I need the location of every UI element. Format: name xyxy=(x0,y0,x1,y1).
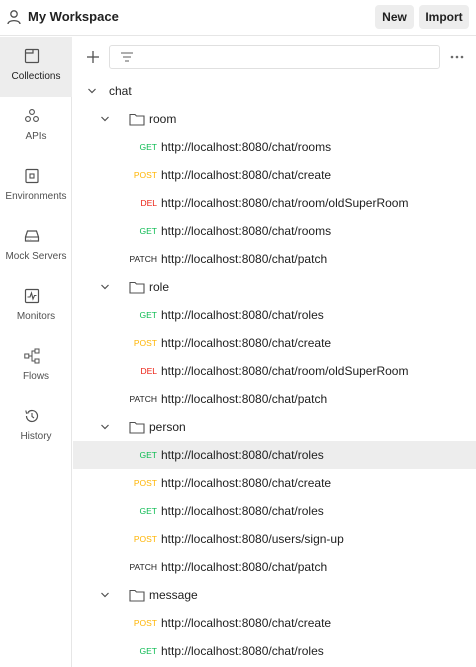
filter-input[interactable] xyxy=(109,45,440,69)
new-button[interactable]: New xyxy=(375,5,414,29)
chevron-down-icon xyxy=(101,116,109,122)
flows-icon xyxy=(24,348,40,364)
request-url: http://localhost:8080/chat/room/oldSuper… xyxy=(161,196,409,210)
method-badge: DEL xyxy=(140,198,157,208)
method-badge: POST xyxy=(133,338,157,348)
sidebar-item-label: APIs xyxy=(25,131,47,142)
request-row[interactable]: POST http://localhost:8080/chat/create xyxy=(73,161,476,189)
mock-servers-icon xyxy=(24,230,40,242)
import-button[interactable]: Import xyxy=(419,5,469,29)
chevron-down-icon xyxy=(101,424,109,430)
request-row[interactable]: GET http://localhost:8080/chat/rooms xyxy=(73,217,476,245)
request-row[interactable]: GET http://localhost:8080/chat/rooms xyxy=(73,133,476,161)
collections-icon xyxy=(24,48,40,64)
apis-icon xyxy=(25,109,39,122)
request-row[interactable]: POST http://localhost:8080/users/sign-up xyxy=(73,525,476,553)
request-row[interactable]: POST http://localhost:8080/chat/create xyxy=(73,329,476,357)
method-badge: POST xyxy=(133,478,157,488)
request-url: http://localhost:8080/chat/patch xyxy=(161,252,328,266)
request-row[interactable]: PATCH http://localhost:8080/chat/patch xyxy=(73,385,476,413)
request-row[interactable]: DEL http://localhost:8080/chat/room/oldSu… xyxy=(73,357,476,385)
environments-icon xyxy=(25,168,39,184)
method-badge: POST xyxy=(133,170,157,180)
sidebar-item-label: Flows xyxy=(22,371,50,382)
more-options-icon[interactable] xyxy=(449,50,465,64)
request-row[interactable]: DEL http://localhost:8080/chat/room/oldSu… xyxy=(73,189,476,217)
filter-icon xyxy=(121,52,133,62)
request-url: http://localhost:8080/chat/roles xyxy=(161,504,324,518)
folder-name: room xyxy=(149,112,177,126)
method-badge: PATCH xyxy=(129,394,157,404)
folder-name: message xyxy=(149,588,198,602)
request-url: http://localhost:8080/chat/rooms xyxy=(161,224,332,238)
sidebar-item-label: Collections xyxy=(11,71,61,82)
folder-name: person xyxy=(149,420,186,434)
chevron-down-icon xyxy=(88,88,96,94)
method-badge: POST xyxy=(133,534,157,544)
sidebar-item-history[interactable]: History xyxy=(0,397,72,457)
folder-name: role xyxy=(149,280,170,294)
request-url: http://localhost:8080/chat/roles xyxy=(161,644,324,658)
request-row[interactable]: PATCH http://localhost:8080/chat/patch xyxy=(73,553,476,581)
request-url: http://localhost:8080/chat/roles xyxy=(161,308,324,322)
folder-icon xyxy=(129,421,145,434)
collection-row-chat[interactable]: chat xyxy=(73,77,476,105)
method-badge: DEL xyxy=(140,366,157,376)
sidebar-item-label: History xyxy=(20,431,52,442)
method-badge: GET xyxy=(139,226,157,236)
sidebar-item-apis[interactable]: APIs xyxy=(0,97,72,157)
method-badge: POST xyxy=(133,618,157,628)
workspace-header: My Workspace New Import xyxy=(0,0,476,36)
chevron-down-icon xyxy=(101,592,109,598)
request-url: http://localhost:8080/chat/create xyxy=(161,168,332,182)
folder-icon xyxy=(129,589,145,602)
folder-icon xyxy=(129,113,145,126)
history-icon xyxy=(25,409,39,423)
folder-row-role[interactable]: role xyxy=(73,273,476,301)
request-row[interactable]: GET http://localhost:8080/chat/roles xyxy=(73,301,476,329)
method-badge: GET xyxy=(139,450,157,460)
request-row[interactable]: GET http://localhost:8080/chat/roles xyxy=(73,497,476,525)
sidebar-item-flows[interactable]: Flows xyxy=(0,337,72,397)
sidebar-item-mock-servers[interactable]: Mock Servers xyxy=(0,217,72,277)
method-badge: GET xyxy=(139,310,157,320)
collection-name: chat xyxy=(109,84,132,98)
sidebar-item-label: Monitors xyxy=(16,311,56,322)
sidebar-item-label: Mock Servers xyxy=(5,251,67,262)
sidebar-item-monitors[interactable]: Monitors xyxy=(0,277,72,337)
method-badge: PATCH xyxy=(129,254,157,264)
add-collection-icon[interactable] xyxy=(85,49,101,65)
folder-row-message[interactable]: message xyxy=(73,581,476,609)
folder-row-person[interactable]: person xyxy=(73,413,476,441)
method-badge: GET xyxy=(139,646,157,656)
chevron-down-icon xyxy=(101,284,109,290)
method-badge: GET xyxy=(139,506,157,516)
sidebar-item-label: Environments xyxy=(5,191,67,202)
request-url: http://localhost:8080/chat/create xyxy=(161,336,332,350)
workspace-title[interactable]: My Workspace xyxy=(28,9,119,25)
request-url: http://localhost:8080/users/sign-up xyxy=(161,532,344,546)
request-url: http://localhost:8080/chat/rooms xyxy=(161,140,332,154)
request-url: http://localhost:8080/chat/roles xyxy=(161,448,324,462)
method-badge: GET xyxy=(139,142,157,152)
sidebar-item-collections[interactable]: Collections xyxy=(0,37,72,97)
request-row[interactable]: POST http://localhost:8080/chat/create xyxy=(73,609,476,637)
sidebar-item-environments[interactable]: Environments xyxy=(0,157,72,217)
sidebar: Collections APIs Environments Mock Serve… xyxy=(0,37,72,667)
request-url: http://localhost:8080/chat/create xyxy=(161,476,332,490)
request-row[interactable]: GET http://localhost:8080/chat/roles xyxy=(73,637,476,665)
folder-row-room[interactable]: room xyxy=(73,105,476,133)
request-row[interactable]: GET http://localhost:8080/chat/roles xyxy=(73,441,476,469)
request-url: http://localhost:8080/chat/patch xyxy=(161,560,328,574)
request-row[interactable]: POST http://localhost:8080/chat/create xyxy=(73,469,476,497)
monitors-icon xyxy=(24,288,40,304)
request-url: http://localhost:8080/chat/patch xyxy=(161,392,328,406)
request-url: http://localhost:8080/chat/room/oldSuper… xyxy=(161,364,409,378)
request-row[interactable]: PATCH http://localhost:8080/chat/patch xyxy=(73,245,476,273)
request-url: http://localhost:8080/chat/create xyxy=(161,616,332,630)
user-icon xyxy=(7,10,21,25)
method-badge: PATCH xyxy=(129,562,157,572)
folder-icon xyxy=(129,281,145,294)
